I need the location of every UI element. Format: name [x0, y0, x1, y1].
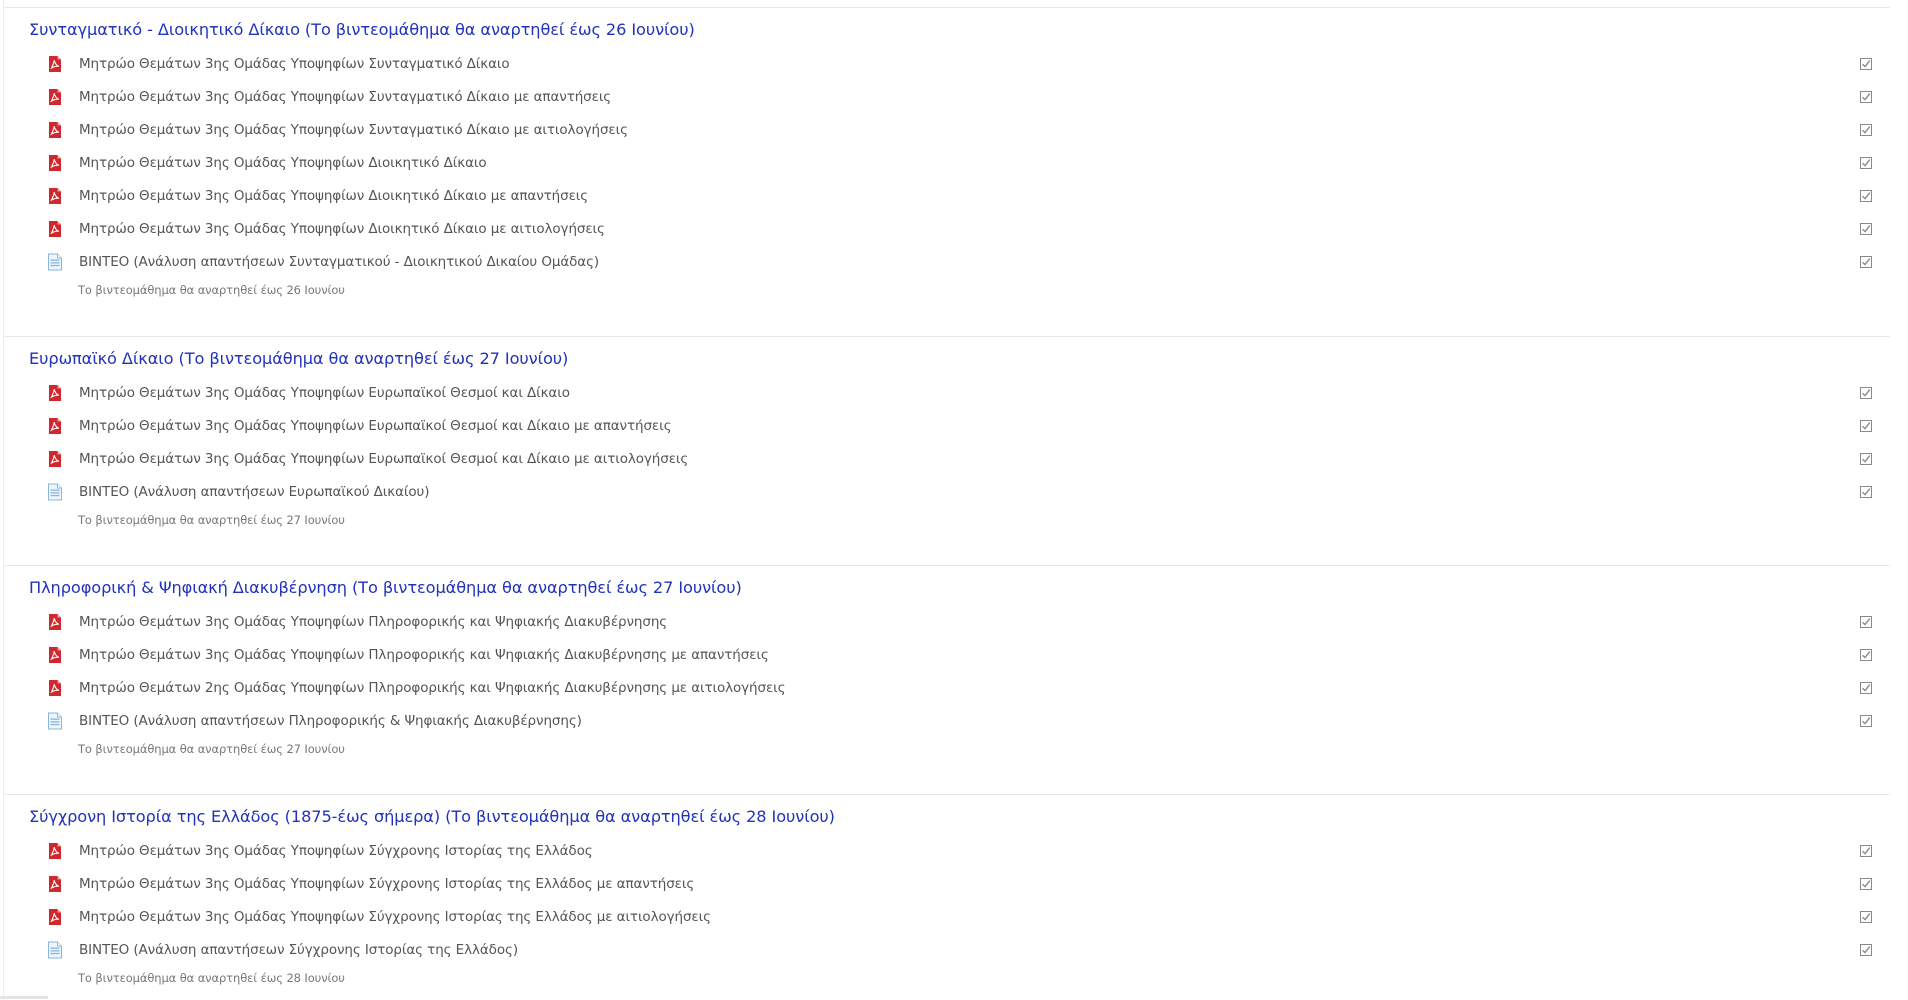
section-title[interactable]: Σύγχρονη Ιστορία της Ελλάδος (1875-έως σ…	[29, 807, 835, 826]
activity-row[interactable]: ΒΙΝΤΕΟ (Ανάλυση απαντήσεων Σύγχρονης Ιστ…	[47, 934, 1890, 967]
pdf-icon[interactable]	[47, 384, 63, 402]
resource-link[interactable]: Μητρώο Θεμάτων 3ης Ομάδας Υποψηφίων Σύγχ…	[79, 909, 711, 925]
activity-row[interactable]: Μητρώο Θεμάτων 3ης Ομάδας Υποψηφίων Συντ…	[47, 114, 1890, 147]
completion-checkbox[interactable]	[1860, 715, 1872, 727]
resource-link[interactable]: Μητρώο Θεμάτων 3ης Ομάδας Υποψηφίων Διοι…	[79, 155, 487, 171]
page-icon[interactable]	[47, 253, 63, 271]
activity-row[interactable]: Μητρώο Θεμάτων 3ης Ομάδας Υποψηφίων Συντ…	[47, 81, 1890, 114]
pdf-icon[interactable]	[47, 417, 63, 435]
completion-checkbox[interactable]	[1860, 157, 1872, 169]
section: Πληροφορική & Ψηφιακή Διακυβέρνηση (Το β…	[5, 565, 1890, 795]
resource-link[interactable]: Μητρώο Θεμάτων 3ης Ομάδας Υποψηφίων Ευρω…	[79, 451, 688, 467]
activity-row[interactable]: Μητρώο Θεμάτων 3ης Ομάδας Υποψηφίων Πληρ…	[47, 639, 1890, 672]
pdf-icon[interactable]	[47, 450, 63, 468]
completion-checkbox[interactable]	[1860, 124, 1872, 136]
pdf-icon[interactable]	[47, 679, 63, 697]
resource-link[interactable]: Μητρώο Θεμάτων 3ης Ομάδας Υποψηφίων Διοι…	[79, 188, 588, 204]
completion-checkbox[interactable]	[1860, 91, 1872, 103]
video-page-link[interactable]: ΒΙΝΤΕΟ (Ανάλυση απαντήσεων Σύγχρονης Ιστ…	[79, 942, 518, 958]
course-page: Συνταγματικό - Διοικητικό Δίκαιο (Το βιν…	[0, 0, 1908, 1000]
resource-link[interactable]: Μητρώο Θεμάτων 3ης Ομάδας Υποψηφίων Συντ…	[79, 89, 611, 105]
pdf-icon[interactable]	[47, 875, 63, 893]
completion-checkbox[interactable]	[1860, 878, 1872, 890]
resource-link[interactable]: Μητρώο Θεμάτων 3ης Ομάδας Υποψηφίων Συντ…	[79, 56, 510, 72]
activity-row[interactable]: ΒΙΝΤΕΟ (Ανάλυση απαντήσεων Ευρωπαϊκού Δι…	[47, 476, 1890, 509]
completion-checkbox[interactable]	[1860, 944, 1872, 956]
resource-link[interactable]: Μητρώο Θεμάτων 3ης Ομάδας Υποψηφίων Πληρ…	[79, 614, 667, 630]
completion-checkbox[interactable]	[1860, 649, 1872, 661]
page-icon[interactable]	[47, 483, 63, 501]
pdf-icon[interactable]	[47, 842, 63, 860]
resource-link[interactable]: Μητρώο Θεμάτων 3ης Ομάδας Υποψηφίων Ευρω…	[79, 385, 570, 401]
resource-link[interactable]: Μητρώο Θεμάτων 3ης Ομάδας Υποψηφίων Ευρω…	[79, 418, 672, 434]
pdf-icon[interactable]	[47, 55, 63, 73]
completion-checkbox[interactable]	[1860, 616, 1872, 628]
horizontal-scrollbar[interactable]	[0, 996, 48, 999]
activity-row[interactable]: Μητρώο Θεμάτων 3ης Ομάδας Υποψηφίων Ευρω…	[47, 377, 1890, 410]
page-icon[interactable]	[47, 712, 63, 730]
completion-checkbox[interactable]	[1860, 845, 1872, 857]
activity-row[interactable]: Μητρώο Θεμάτων 3ης Ομάδας Υποψηφίων Διοι…	[47, 147, 1890, 180]
availability-note: Το βιντεομάθημα θα αναρτηθεί έως 26 Ιουν…	[78, 283, 345, 297]
completion-checkbox[interactable]	[1860, 387, 1872, 399]
section: Σύγχρονη Ιστορία της Ελλάδος (1875-έως σ…	[5, 794, 1890, 1000]
pdf-icon[interactable]	[47, 154, 63, 172]
activity-row[interactable]: Μητρώο Θεμάτων 3ης Ομάδας Υποψηφίων Διοι…	[47, 180, 1890, 213]
pdf-icon[interactable]	[47, 646, 63, 664]
section-title[interactable]: Πληροφορική & Ψηφιακή Διακυβέρνηση (Το β…	[29, 578, 742, 597]
left-border	[3, 0, 4, 1000]
pdf-icon[interactable]	[47, 88, 63, 106]
activity-row[interactable]: Μητρώο Θεμάτων 3ης Ομάδας Υποψηφίων Διοι…	[47, 213, 1890, 246]
activity-row[interactable]: ΒΙΝΤΕΟ (Ανάλυση απαντήσεων Πληροφορικής …	[47, 705, 1890, 738]
activity-row[interactable]: Μητρώο Θεμάτων 3ης Ομάδας Υποψηφίων Σύγχ…	[47, 835, 1890, 868]
pdf-icon[interactable]	[47, 121, 63, 139]
resource-link[interactable]: Μητρώο Θεμάτων 3ης Ομάδας Υποψηφίων Σύγχ…	[79, 876, 694, 892]
activity-row[interactable]: Μητρώο Θεμάτων 2ης Ομάδας Υποψηφίων Πληρ…	[47, 672, 1890, 705]
completion-checkbox[interactable]	[1860, 682, 1872, 694]
activity-row[interactable]: Μητρώο Θεμάτων 3ης Ομάδας Υποψηφίων Σύγχ…	[47, 901, 1890, 934]
resource-link[interactable]: Μητρώο Θεμάτων 3ης Ομάδας Υποψηφίων Διοι…	[79, 221, 605, 237]
completion-checkbox[interactable]	[1860, 58, 1872, 70]
section: Συνταγματικό - Διοικητικό Δίκαιο (Το βιν…	[5, 7, 1890, 336]
activity-row[interactable]: Μητρώο Θεμάτων 3ης Ομάδας Υποψηφίων Ευρω…	[47, 410, 1890, 443]
page-icon[interactable]	[47, 941, 63, 959]
completion-checkbox[interactable]	[1860, 911, 1872, 923]
section-title[interactable]: Συνταγματικό - Διοικητικό Δίκαιο (Το βιν…	[29, 20, 695, 39]
completion-checkbox[interactable]	[1860, 420, 1872, 432]
video-page-link[interactable]: ΒΙΝΤΕΟ (Ανάλυση απαντήσεων Συνταγματικού…	[79, 254, 599, 270]
resource-link[interactable]: Μητρώο Θεμάτων 3ης Ομάδας Υποψηφίων Σύγχ…	[79, 843, 593, 859]
pdf-icon[interactable]	[47, 220, 63, 238]
pdf-icon[interactable]	[47, 908, 63, 926]
availability-note: Το βιντεομάθημα θα αναρτηθεί έως 28 Ιουν…	[78, 971, 345, 985]
pdf-icon[interactable]	[47, 613, 63, 631]
section: Ευρωπαϊκό Δίκαιο (Το βιντεομάθημα θα ανα…	[5, 336, 1890, 566]
pdf-icon[interactable]	[47, 187, 63, 205]
completion-checkbox[interactable]	[1860, 486, 1872, 498]
video-page-link[interactable]: ΒΙΝΤΕΟ (Ανάλυση απαντήσεων Πληροφορικής …	[79, 713, 582, 729]
completion-checkbox[interactable]	[1860, 453, 1872, 465]
activity-row[interactable]: Μητρώο Θεμάτων 3ης Ομάδας Υποψηφίων Ευρω…	[47, 443, 1890, 476]
video-page-link[interactable]: ΒΙΝΤΕΟ (Ανάλυση απαντήσεων Ευρωπαϊκού Δι…	[79, 484, 430, 500]
activity-row[interactable]: Μητρώο Θεμάτων 3ης Ομάδας Υποψηφίων Σύγχ…	[47, 868, 1890, 901]
completion-checkbox[interactable]	[1860, 223, 1872, 235]
resource-link[interactable]: Μητρώο Θεμάτων 3ης Ομάδας Υποψηφίων Συντ…	[79, 122, 628, 138]
activity-row[interactable]: Μητρώο Θεμάτων 3ης Ομάδας Υποψηφίων Πληρ…	[47, 606, 1890, 639]
activity-row[interactable]: Μητρώο Θεμάτων 3ης Ομάδας Υποψηφίων Συντ…	[47, 48, 1890, 81]
availability-note: Το βιντεομάθημα θα αναρτηθεί έως 27 Ιουν…	[78, 742, 345, 756]
completion-checkbox[interactable]	[1860, 190, 1872, 202]
resource-link[interactable]: Μητρώο Θεμάτων 3ης Ομάδας Υποψηφίων Πληρ…	[79, 647, 769, 663]
resource-link[interactable]: Μητρώο Θεμάτων 2ης Ομάδας Υποψηφίων Πληρ…	[79, 680, 786, 696]
availability-note: Το βιντεομάθημα θα αναρτηθεί έως 27 Ιουν…	[78, 513, 345, 527]
section-title[interactable]: Ευρωπαϊκό Δίκαιο (Το βιντεομάθημα θα ανα…	[29, 349, 568, 368]
completion-checkbox[interactable]	[1860, 256, 1872, 268]
activity-row[interactable]: ΒΙΝΤΕΟ (Ανάλυση απαντήσεων Συνταγματικού…	[47, 246, 1890, 279]
